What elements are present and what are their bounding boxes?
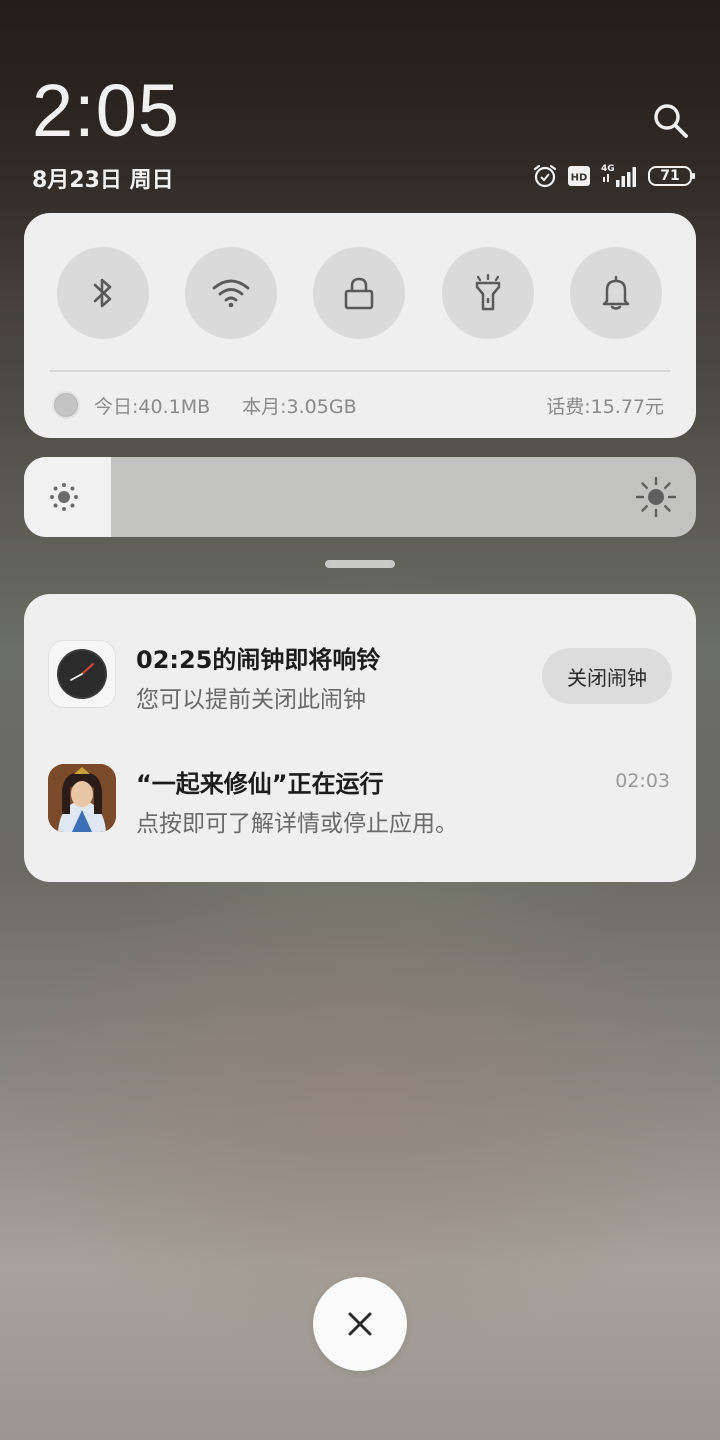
game-app-icon bbox=[48, 764, 116, 832]
data-month: 本月:3.05GB bbox=[242, 395, 357, 418]
brightness-high-icon bbox=[635, 476, 677, 518]
signal-icon: 4G bbox=[601, 164, 636, 187]
date-label: 8月23日 周日 bbox=[32, 168, 174, 193]
phone-fee: 话费:15.77元 bbox=[546, 395, 664, 418]
data-usage-row[interactable]: 今日:40.1MB 本月:3.05GB 话费:15.77元 bbox=[52, 390, 664, 420]
wifi-icon bbox=[212, 279, 250, 308]
alarm-icon bbox=[533, 164, 557, 188]
drag-handle[interactable] bbox=[325, 560, 395, 568]
svg-text:4G: 4G bbox=[601, 164, 615, 174]
brightness-slider[interactable] bbox=[24, 457, 696, 537]
search-icon bbox=[654, 104, 688, 138]
dismiss-alarm-button[interactable]: 关闭闹钟 bbox=[542, 648, 672, 704]
clock-time: 2:05 bbox=[32, 69, 181, 152]
data-today: 今日:40.1MB bbox=[94, 395, 211, 418]
notification-time: 02:03 bbox=[615, 770, 670, 792]
quick-settings-panel: 今日:40.1MB 本月:3.05GB 话费:15.77元 bbox=[24, 213, 696, 438]
data-usage-icon bbox=[52, 391, 80, 419]
svg-text:HD: HD bbox=[571, 173, 588, 184]
notification-body: 点按即可了解详情或停止应用。 bbox=[136, 811, 458, 837]
lock-icon bbox=[344, 277, 374, 310]
divider bbox=[50, 370, 670, 372]
brightness-low-icon bbox=[50, 483, 78, 511]
bluetooth-toggle[interactable] bbox=[57, 247, 149, 339]
flashlight-icon bbox=[475, 274, 501, 311]
notification-panel: 02:25的闹钟即将响铃 您可以提前关闭此闹钟 关闭闹钟 “一起来修仙”正在运行… bbox=[24, 594, 696, 882]
flashlight-toggle[interactable] bbox=[442, 247, 534, 339]
notification-body: 您可以提前关闭此闹钟 bbox=[136, 687, 366, 713]
status-bar: HD 4G 71 bbox=[532, 162, 695, 190]
notification-sound-toggle[interactable] bbox=[570, 247, 662, 339]
bluetooth-icon bbox=[93, 278, 112, 308]
notification-title: “一起来修仙”正在运行 bbox=[136, 770, 384, 798]
wifi-toggle[interactable] bbox=[185, 247, 277, 339]
clear-all-button[interactable] bbox=[313, 1277, 407, 1371]
hd-badge-icon: HD bbox=[568, 166, 590, 186]
search-button[interactable] bbox=[648, 98, 692, 142]
bell-icon bbox=[602, 275, 630, 310]
battery-indicator: 71 bbox=[648, 166, 695, 186]
clock-app-icon bbox=[48, 640, 116, 708]
close-icon bbox=[348, 1312, 372, 1336]
screen-lock-toggle[interactable] bbox=[313, 247, 405, 339]
notification-title: 02:25的闹钟即将响铃 bbox=[136, 646, 381, 674]
